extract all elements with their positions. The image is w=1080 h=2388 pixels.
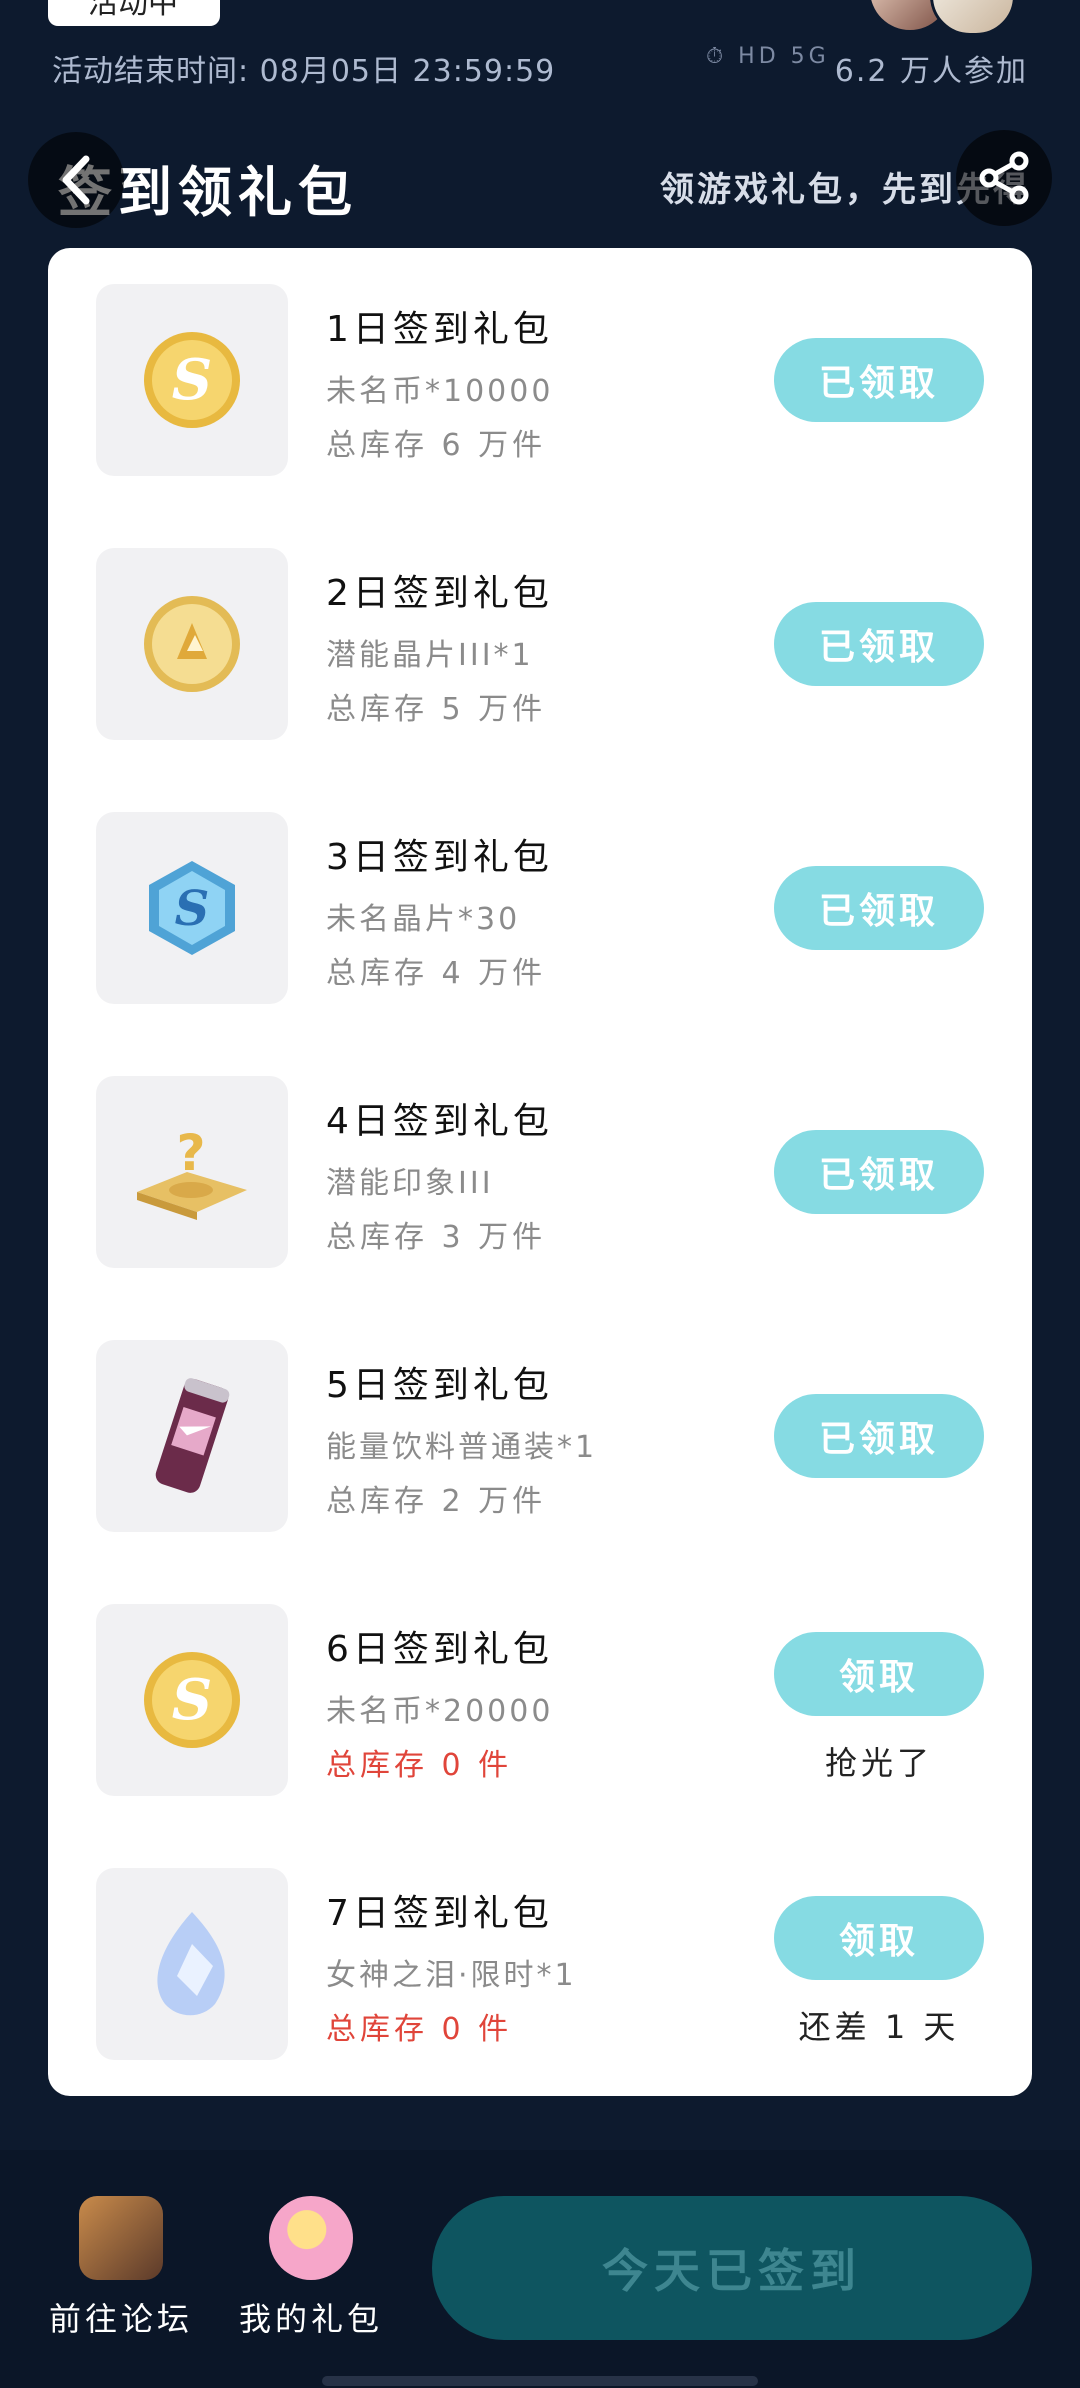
svg-text:S: S <box>172 1667 212 1733</box>
item-thumbnail: ? <box>96 1076 288 1268</box>
item-stock: 总库存 0 件 <box>326 1748 513 1783</box>
item-thumbnail <box>96 1340 288 1532</box>
item-description: 女神之泪·限时*1 <box>326 1958 577 1993</box>
claimed-button[interactable]: 已领取 <box>774 866 984 950</box>
item-description: 潜能晶片III*1 <box>326 638 534 673</box>
item-stock: 总库存 0 件 <box>326 2012 513 2047</box>
item-description: 潜能印象III <box>326 1166 494 1201</box>
item-thumbnail: S <box>96 284 288 476</box>
days-remaining-note: 还差 1 天 <box>798 2008 960 2046</box>
item-title: 3日签到礼包 <box>326 837 553 878</box>
claim-button[interactable]: 领取 <box>774 1896 984 1980</box>
sold-out-note: 抢光了 <box>824 1744 933 1782</box>
avatar <box>930 0 1016 36</box>
back-button[interactable] <box>28 132 124 228</box>
item-thumbnail: S <box>96 812 288 1004</box>
claimed-button[interactable]: 已领取 <box>774 338 984 422</box>
header: 签到领礼包 领游戏礼包，先到先得 <box>0 128 1080 228</box>
svg-text:?: ? <box>176 1124 205 1182</box>
claim-button[interactable]: 领取 <box>774 1632 984 1716</box>
item-thumbnail <box>96 1868 288 2060</box>
item-stock: 总库存 2 万件 <box>326 1484 547 1519</box>
item-stock: 总库存 4 万件 <box>326 956 547 991</box>
item-stock: 总库存 3 万件 <box>326 1220 547 1255</box>
item-description: 未名币*20000 <box>326 1694 554 1729</box>
golden-plate-icon: ? <box>137 1124 247 1220</box>
gift-list-card: S 1日签到礼包 未名币*10000 总库存 6 万件 已领取 2日签到礼包 潜… <box>48 248 1032 2096</box>
gold-coin-icon: S <box>144 1652 240 1748</box>
item-description: 能量饮料普通装*1 <box>326 1430 598 1465</box>
list-item: 2日签到礼包 潜能晶片III*1 总库存 5 万件 已领取 <box>48 512 1032 776</box>
list-item: S 1日签到礼包 未名币*10000 总库存 6 万件 已领取 <box>48 248 1032 512</box>
item-description: 未名晶片*30 <box>326 902 521 937</box>
list-item: S 6日签到礼包 未名币*20000 总库存 0 件 领取 抢光了 <box>48 1568 1032 1832</box>
energy-drink-icon <box>155 1378 230 1493</box>
list-item: 5日签到礼包 能量饮料普通装*1 总库存 2 万件 已领取 <box>48 1304 1032 1568</box>
chevron-left-icon <box>62 155 90 205</box>
item-stock: 总库存 5 万件 <box>326 692 547 727</box>
item-title: 1日签到礼包 <box>326 309 553 350</box>
claimed-button[interactable]: 已领取 <box>774 602 984 686</box>
forum-link[interactable]: 前往论坛 <box>46 2196 196 2340</box>
activity-status-text: 活动中 <box>88 0 178 21</box>
participant-count: 6.2 万人参加 <box>834 54 1028 89</box>
forum-label: 前往论坛 <box>48 2300 193 2338</box>
list-item: ? 4日签到礼包 潜能印象III 总库存 3 万件 已领取 <box>48 1040 1032 1304</box>
claimed-button[interactable]: 已领取 <box>774 1394 984 1478</box>
status-icons: ⏱ HD 5G <box>706 44 830 69</box>
my-gifts-link[interactable]: 我的礼包 <box>236 2196 386 2340</box>
item-title: 7日签到礼包 <box>326 1893 553 1934</box>
item-title: 6日签到礼包 <box>326 1629 553 1670</box>
gift-avatar-icon <box>269 2196 353 2280</box>
game-app-icon <box>79 2196 163 2280</box>
tear-crystal-icon <box>157 1912 225 2016</box>
blue-crystal-icon: S <box>149 861 235 955</box>
svg-text:S: S <box>172 347 212 413</box>
item-title: 4日签到礼包 <box>326 1101 553 1142</box>
bottom-bar: 前往论坛 我的礼包 今天已签到 <box>0 2150 1080 2388</box>
claimed-button[interactable]: 已领取 <box>774 1130 984 1214</box>
item-stock: 总库存 6 万件 <box>326 428 547 463</box>
share-button[interactable] <box>956 130 1052 226</box>
item-thumbnail: S <box>96 1604 288 1796</box>
item-description: 未名币*10000 <box>326 374 554 409</box>
participant-avatars <box>870 0 1040 36</box>
chip-coin-icon <box>144 596 240 692</box>
gifts-label: 我的礼包 <box>238 2300 383 2338</box>
activity-end-time: 活动结束时间: 08月05日 23:59:59 <box>52 54 556 89</box>
svg-text:S: S <box>175 881 210 937</box>
list-item: S 3日签到礼包 未名晶片*30 总库存 4 万件 已领取 <box>48 776 1032 1040</box>
item-title: 5日签到礼包 <box>326 1365 553 1406</box>
share-icon <box>979 151 1029 205</box>
item-title: 2日签到礼包 <box>326 573 553 614</box>
home-indicator <box>322 2376 758 2386</box>
list-item: 7日签到礼包 女神之泪·限时*1 总库存 0 件 领取 还差 1 天 <box>48 1832 1032 2096</box>
activity-status-chip: 活动中 <box>48 0 220 26</box>
signed-in-today-button[interactable]: 今天已签到 <box>432 2196 1032 2340</box>
item-thumbnail <box>96 548 288 740</box>
gold-coin-icon: S <box>144 332 240 428</box>
